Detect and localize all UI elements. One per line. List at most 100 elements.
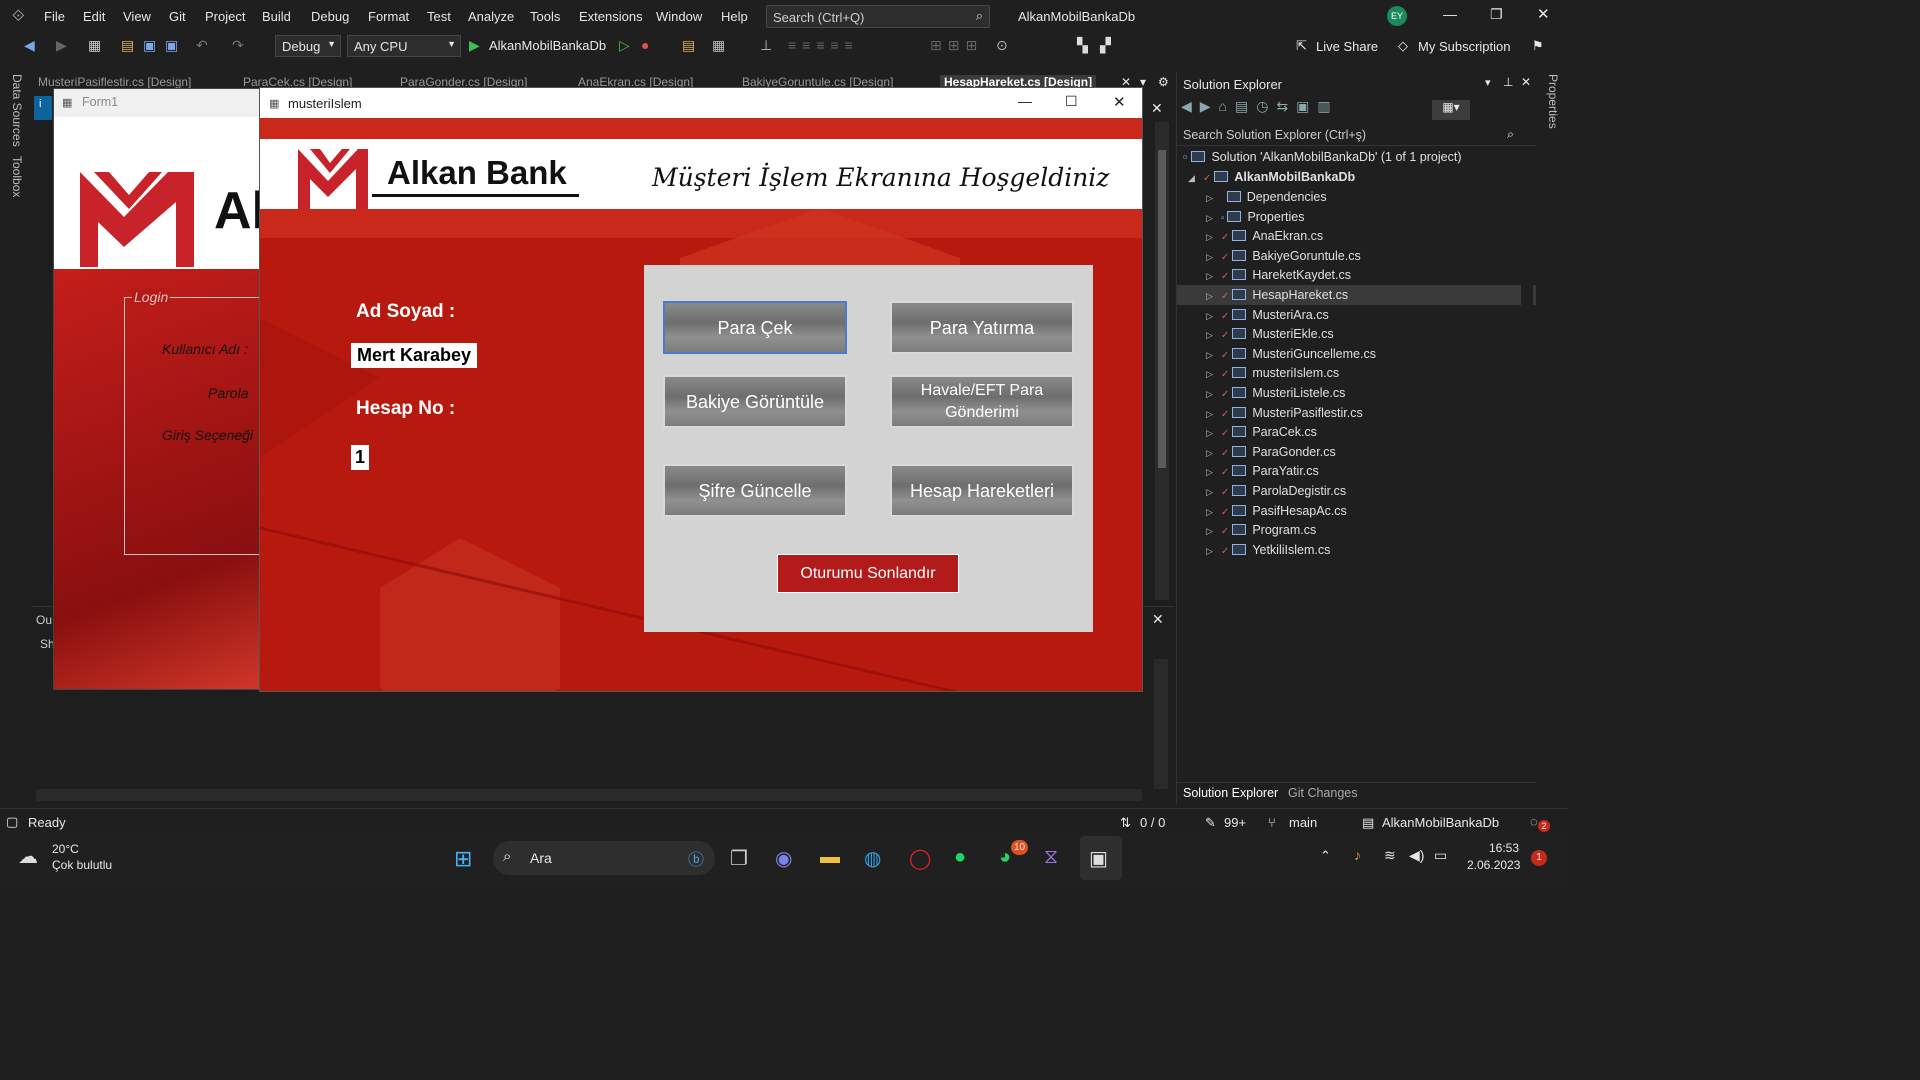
hot-reload-icon[interactable]: ● [641,37,649,53]
expand-icon[interactable]: ▷ [1206,428,1213,438]
tree-item[interactable]: ▷ ✓ AnaEkran.cs [1206,229,1323,243]
save-icon[interactable]: ▣ [143,37,156,54]
expand-icon[interactable]: ▷ [1206,526,1213,536]
menu-test[interactable]: Test [427,9,451,24]
expand-icon[interactable]: ▷ [1206,193,1213,203]
forward-icon[interactable]: ▶ [56,37,67,54]
wifi-icon[interactable]: ≋ [1384,847,1396,864]
expand-icon[interactable]: ▷ [1206,291,1213,301]
spotify-icon[interactable]: ● [954,846,966,869]
expand-icon[interactable]: ▷ [1206,232,1213,242]
order-icon[interactable]: ▚ [1077,37,1088,54]
back-icon[interactable]: ◀ [24,37,35,54]
close-icon[interactable]: ✕ [1521,75,1531,89]
redo-icon[interactable]: ↷ [232,37,244,54]
expand-icon[interactable]: ▷ [1206,213,1213,223]
tree-solution[interactable]: ▫ Solution 'AlkanMobilBankaDb' (1 of 1 pr… [1183,150,1461,164]
menu-tools[interactable]: Tools [530,9,560,24]
undo-icon[interactable]: ↶ [196,37,208,54]
folder-icon[interactable]: ▤ [682,37,695,54]
expand-icon[interactable]: ▷ [1206,389,1213,399]
expand-icon[interactable]: ▷ [1206,487,1213,497]
form-app-icon[interactable]: ▣ [1089,846,1108,871]
close-icon[interactable]: ✕ [1537,5,1550,23]
avatar[interactable]: EY [1387,6,1407,26]
new-project-icon[interactable]: ▦ [88,37,101,54]
edge-icon[interactable]: ◍ [864,846,881,871]
feedback-icon[interactable]: ⚑ [1532,38,1544,54]
gear-icon[interactable]: ⚙ [1158,75,1169,89]
align-icons[interactable]: ≡≡≡≡≡ [788,37,859,53]
open-folder-icon[interactable]: ▤ [121,37,134,54]
tree-project[interactable]: ◢ ✓ AlkanMobilBankaDb [1188,170,1355,184]
tab-musteripasiflestir[interactable]: MusteriPasiflestir.cs [Design] [38,75,191,89]
subscription-button[interactable]: My Subscription [1418,39,1510,54]
expand-icon[interactable]: ▷ [1206,350,1213,360]
expand-icon[interactable]: ▷ [1206,369,1213,379]
menu-help[interactable]: Help [721,9,748,24]
menu-git[interactable]: Git [169,9,186,24]
visual-studio-icon[interactable]: ⧖ [1044,846,1058,869]
menu-build[interactable]: Build [262,9,291,24]
se-nav-icons[interactable]: ◀▶⌂▤◷⇆▣▥ [1181,98,1339,114]
search-input[interactable]: Search (Ctrl+Q) ⌕ [766,5,990,28]
start-icon[interactable]: ▶ [469,37,480,54]
expand-icon[interactable]: ▷ [1206,330,1213,340]
windows-start-icon[interactable]: ⊞ [454,846,472,872]
data-sources-tab[interactable]: Data Sources [10,74,24,147]
tree-item[interactable]: ▷ ✓ ParaGonder.cs [1206,445,1336,459]
filter-icon[interactable]: ▦▾ [1432,100,1470,120]
zoom-icon[interactable]: ⊙ [996,37,1008,54]
taskbar-search[interactable]: ⌕ Ara ⓑ [493,841,715,875]
menu-extensions[interactable]: Extensions [579,9,643,24]
repo-name[interactable]: AlkanMobilBankaDb [1382,815,1499,830]
opera-icon[interactable]: ◯ [909,846,931,871]
tree-item[interactable]: ▷ ✓ MusteriPasiflestir.cs [1206,406,1363,420]
tree-item[interactable]: ▷ ✓ MusteriEkle.cs [1206,327,1334,341]
notification-bell-icon[interactable]: ◌ [1530,814,1538,829]
battery-icon[interactable]: ▭ [1434,847,1447,864]
run-target-button[interactable]: AlkanMobilBankaDb [489,38,606,53]
file-explorer-icon[interactable]: ▬ [820,846,840,869]
balance-button[interactable]: Bakiye Görüntüle [663,375,847,428]
tab-git-changes[interactable]: Git Changes [1288,786,1357,800]
clock-time[interactable]: 16:53 [1489,841,1519,855]
properties-tab[interactable]: Properties [1546,74,1560,129]
expand-icon[interactable]: ▷ [1206,448,1213,458]
minimize-icon[interactable]: — [1018,93,1032,109]
pin-icon[interactable]: ⊥ [760,37,772,54]
volume-icon[interactable]: ◀) [1409,847,1424,864]
tree-item[interactable]: ▷ ✓ PasifHesapAc.cs [1206,504,1347,518]
output-hscrollbar[interactable] [36,789,1142,801]
clock-date[interactable]: 2.06.2023 [1467,858,1520,872]
live-share-button[interactable]: Live Share [1316,39,1378,54]
account-history-button[interactable]: Hesap Hareketleri [890,464,1074,517]
start-without-debug-icon[interactable]: ▷ [619,37,630,54]
expand-icon[interactable]: ▷ [1206,311,1213,321]
order2-icon[interactable]: ▞ [1100,37,1111,54]
expand-icon[interactable]: ▷ [1206,507,1213,517]
tree-item[interactable]: ▷ ✓ YetkiliIslem.cs [1206,543,1330,557]
logout-button[interactable]: Oturumu Sonlandır [777,554,959,593]
toolbox-tab[interactable]: Toolbox [10,156,24,197]
se-search-box[interactable]: Search Solution Explorer (Ctrl+ş) ⌕ [1177,124,1536,146]
expand-icon[interactable]: ▷ [1206,252,1213,262]
close-output-icon[interactable]: ✕ [1152,611,1164,628]
scrollbar-thumb[interactable] [1158,150,1166,468]
whatsapp-icon[interactable]: ◕ [999,846,1011,869]
menu-analyze[interactable]: Analyze [468,9,514,24]
menu-debug[interactable]: Debug [311,9,349,24]
tree-item[interactable]: ▷ ✓ MusteriGuncelleme.cs [1206,347,1376,361]
output-scrollbar[interactable] [1154,659,1168,789]
tree-item[interactable]: ▷ ✓ ParolaDegistir.cs [1206,484,1346,498]
size-icons[interactable]: ⊞⊞⊞ [930,37,983,54]
expand-icon[interactable]: ▷ [1206,546,1213,556]
menu-file[interactable]: File [44,9,65,24]
microphone-icon[interactable]: ♪ [1354,847,1361,863]
tree-item[interactable]: ▷ ✓ MusteriAra.cs [1206,308,1329,322]
teams-icon[interactable]: ◉ [775,846,792,871]
se-scrollbar[interactable] [1521,150,1533,790]
maximize-icon[interactable]: ☐ [1065,93,1078,110]
menu-edit[interactable]: Edit [83,9,105,24]
minimize-icon[interactable]: — [1443,6,1457,22]
